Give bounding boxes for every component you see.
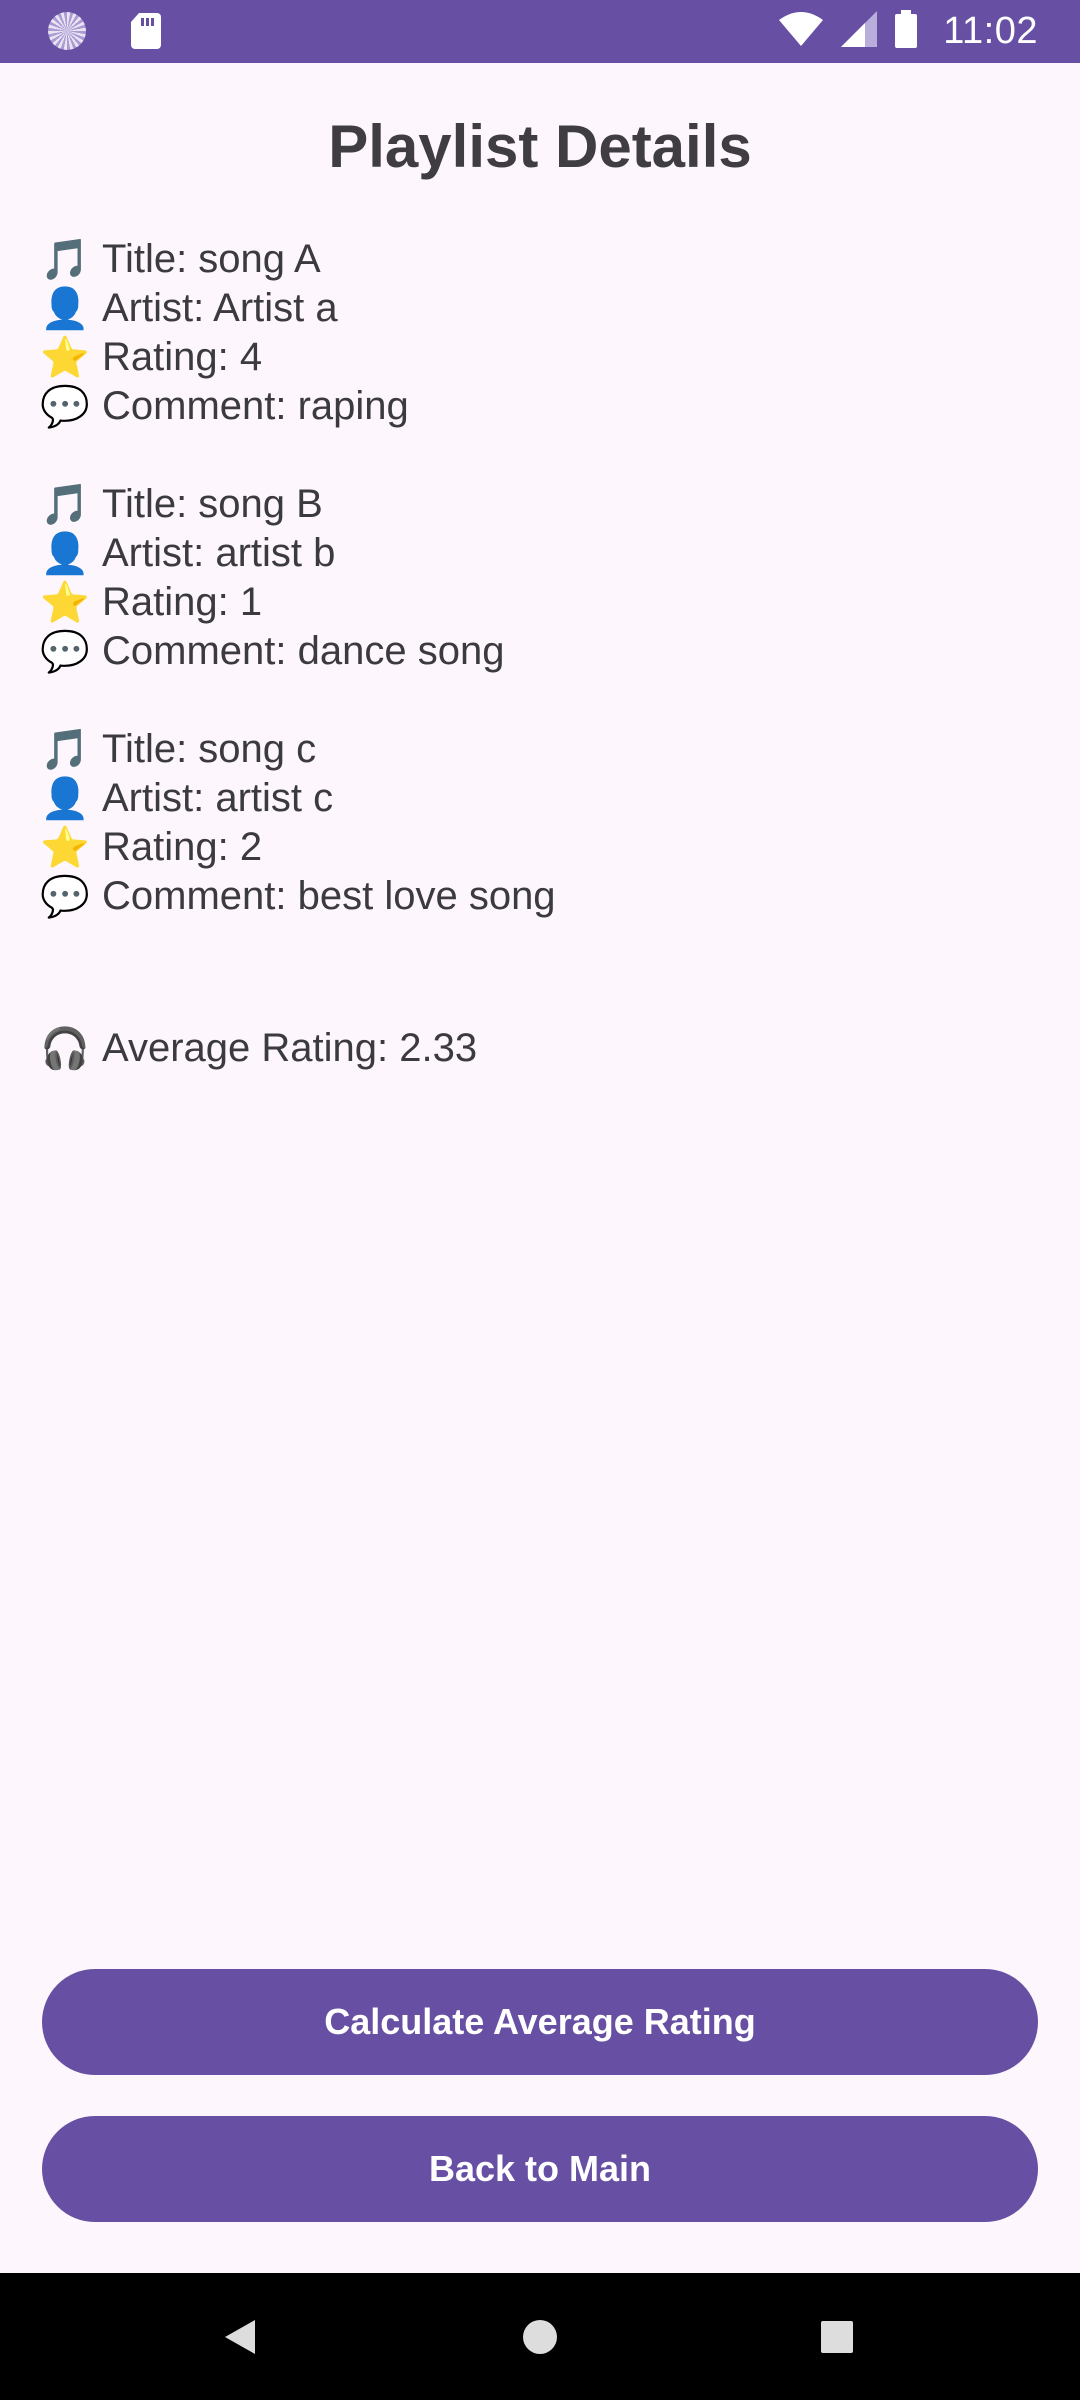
song-rating-row: ⭐ Rating: 2 <box>40 823 1040 872</box>
speech-bubble-icon: 💬 <box>40 385 90 429</box>
status-left-icons <box>48 12 162 50</box>
song-title: Title: song c <box>102 727 317 771</box>
song-title: Title: song A <box>102 237 321 281</box>
song-item: 🎵 Title: song B 👤 Artist: artist b ⭐ Rat… <box>40 480 1040 676</box>
song-comment-row: 💬 Comment: best love song <box>40 872 1040 921</box>
person-icon: 👤 <box>40 287 90 331</box>
song-rating: Rating: 4 <box>102 335 263 379</box>
speech-bubble-icon: 💬 <box>40 875 90 919</box>
battery-icon <box>895 10 918 53</box>
song-list: 🎵 Title: song A 👤 Artist: Artist a ⭐ Rat… <box>40 235 1040 970</box>
song-comment: Comment: best love song <box>102 874 556 918</box>
song-title-row: 🎵 Title: song B <box>40 480 1040 529</box>
speech-bubble-icon: 💬 <box>40 630 90 674</box>
song-rating: Rating: 1 <box>102 580 263 624</box>
song-rating-row: ⭐ Rating: 4 <box>40 333 1040 382</box>
music-note-icon: 🎵 <box>40 728 90 772</box>
star-icon: ⭐ <box>40 826 90 870</box>
headphones-icon: 🎧 <box>40 1026 90 1071</box>
navigation-bar <box>0 2273 1080 2400</box>
home-nav-icon[interactable] <box>480 2273 600 2400</box>
song-comment: Comment: raping <box>102 384 409 428</box>
status-time: 11:02 <box>943 10 1038 52</box>
song-artist-row: 👤 Artist: Artist a <box>40 284 1040 333</box>
song-item: 🎵 Title: song A 👤 Artist: Artist a ⭐ Rat… <box>40 235 1040 431</box>
spinner-icon <box>48 12 86 50</box>
song-rating: Rating: 2 <box>102 825 263 869</box>
average-rating: 🎧 Average Rating: 2.33 <box>40 1020 477 1076</box>
sd-card-icon <box>130 12 162 50</box>
signal-icon <box>841 11 878 52</box>
song-artist-row: 👤 Artist: artist c <box>40 774 1040 823</box>
song-artist: Artist: artist c <box>102 776 334 820</box>
page-title: Playlist Details <box>328 113 752 180</box>
back-nav-icon[interactable] <box>180 2273 300 2400</box>
song-artist: Artist: artist b <box>102 531 336 575</box>
wifi-icon <box>779 12 824 51</box>
recents-nav-icon[interactable] <box>777 2273 897 2400</box>
back-to-main-button[interactable]: Back to Main <box>42 2116 1038 2222</box>
song-item: 🎵 Title: song c 👤 Artist: artist c ⭐ Rat… <box>40 725 1040 921</box>
song-artist-row: 👤 Artist: artist b <box>40 529 1040 578</box>
star-icon: ⭐ <box>40 336 90 380</box>
average-rating-label: Average Rating: 2.33 <box>102 1025 478 1070</box>
status-bar: 11:02 <box>0 0 1080 63</box>
music-note-icon: 🎵 <box>40 238 90 282</box>
star-icon: ⭐ <box>40 581 90 625</box>
calculate-average-button[interactable]: Calculate Average Rating <box>42 1969 1038 2075</box>
song-title: Title: song B <box>102 482 323 526</box>
status-right-icons: 11:02 <box>779 0 1038 63</box>
song-title-row: 🎵 Title: song A <box>40 235 1040 284</box>
song-title-row: 🎵 Title: song c <box>40 725 1040 774</box>
song-artist: Artist: Artist a <box>102 286 338 330</box>
song-comment-row: 💬 Comment: dance song <box>40 627 1040 676</box>
music-note-icon: 🎵 <box>40 483 90 527</box>
person-icon: 👤 <box>40 777 90 821</box>
song-comment: Comment: dance song <box>102 629 505 673</box>
song-rating-row: ⭐ Rating: 1 <box>40 578 1040 627</box>
person-icon: 👤 <box>40 532 90 576</box>
song-comment-row: 💬 Comment: raping <box>40 382 1040 431</box>
